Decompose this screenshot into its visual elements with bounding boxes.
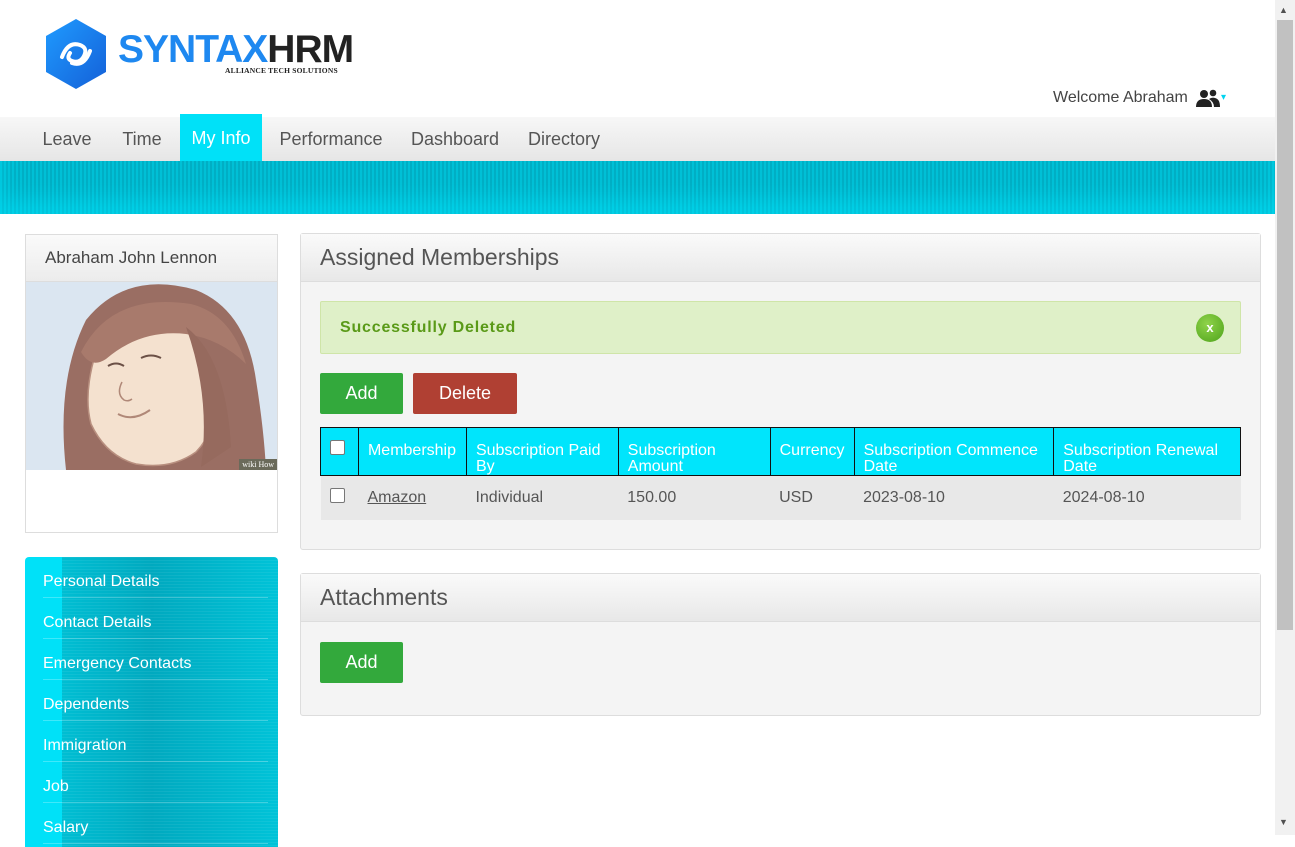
col-commence-date[interactable]: Subscription Commence Date — [853, 427, 1055, 476]
header-banner — [0, 161, 1275, 214]
photo-watermark: wiki How — [239, 459, 277, 470]
app-header: SYNTAXHRM ALLIANCE TECH SOLUTIONS Welcom… — [0, 0, 1275, 117]
profile-card: Abraham John Lennon wiki How — [25, 234, 278, 533]
nav-leave[interactable]: Leave — [33, 117, 101, 161]
alert-message: Successfully Deleted — [340, 319, 517, 336]
col-membership[interactable]: Membership — [357, 427, 467, 476]
add-membership-button[interactable]: Add — [320, 373, 403, 414]
logo-hexagon-icon — [46, 19, 106, 89]
sidebar-item-contact-details[interactable]: Contact Details — [43, 598, 268, 639]
profile-name: Abraham John Lennon — [26, 235, 277, 282]
user-menu-caret-icon[interactable]: ▾ — [1221, 92, 1226, 103]
col-amount[interactable]: Subscription Amount — [617, 427, 771, 476]
col-paid-by[interactable]: Subscription Paid By — [465, 427, 619, 476]
cell-paid-by: Individual — [466, 475, 619, 520]
cell-commence-date: 2023-08-10 — [854, 475, 1054, 520]
logo-wordmark: SYNTAXHRM — [118, 28, 354, 71]
sidebar-item-personal-details[interactable]: Personal Details — [43, 557, 268, 598]
nav-my-info[interactable]: My Info — [180, 114, 262, 163]
sidebar-item-dependents[interactable]: Dependents — [43, 680, 268, 721]
nav-time[interactable]: Time — [114, 117, 170, 161]
sidebar-item-emergency-contacts[interactable]: Emergency Contacts — [43, 639, 268, 680]
main-nav: Leave Time My Info Performance Dashboard… — [0, 114, 1275, 163]
memberships-table: Membership Subscription Paid By Subscrip… — [320, 427, 1241, 520]
scroll-down-arrow-icon[interactable]: ▼ — [1279, 817, 1288, 827]
membership-link[interactable]: Amazon — [367, 489, 426, 506]
memberships-title: Assigned Memberships — [301, 234, 1260, 282]
row-select-cell — [320, 475, 359, 520]
cell-membership: Amazon — [358, 475, 467, 520]
logo-tagline: ALLIANCE TECH SOLUTIONS — [225, 66, 338, 75]
row-checkbox[interactable] — [329, 488, 345, 503]
cell-renewal-date: 2024-08-10 — [1053, 475, 1241, 520]
alert-close-icon[interactable]: x — [1196, 314, 1224, 342]
scroll-up-arrow-icon[interactable]: ▲ — [1279, 5, 1288, 15]
logo-hrm: HRM — [267, 28, 354, 71]
company-logo[interactable]: SYNTAXHRM ALLIANCE TECH SOLUTIONS — [44, 17, 374, 91]
nav-dashboard[interactable]: Dashboard — [403, 117, 507, 161]
profile-photo: wiki How — [26, 282, 277, 470]
attachments-title: Attachments — [301, 574, 1260, 622]
attachments-panel: Attachments Add — [300, 573, 1261, 716]
add-attachment-button[interactable]: Add — [320, 642, 403, 683]
users-icon[interactable] — [1196, 88, 1220, 108]
select-all-checkbox[interactable] — [330, 440, 345, 455]
nav-directory[interactable]: Directory — [520, 117, 608, 161]
success-alert: Successfully Deleted x — [320, 301, 1241, 354]
welcome-text: Welcome Abraham — [1053, 89, 1188, 106]
sidebar-item-immigration[interactable]: Immigration — [43, 721, 268, 762]
memberships-panel: Assigned Memberships Successfully Delete… — [300, 233, 1261, 550]
select-all-cell — [320, 427, 359, 476]
table-row: Amazon Individual 150.00 USD 2023-08-10 … — [320, 475, 1241, 520]
delete-membership-button[interactable]: Delete — [413, 373, 517, 414]
col-renewal-date[interactable]: Subscription Renewal Date — [1053, 427, 1241, 476]
logo-syntax: SYNTAX — [118, 28, 268, 71]
table-header-row: Membership Subscription Paid By Subscrip… — [320, 427, 1241, 476]
sidebar-menu: Personal Details Contact Details Emergen… — [25, 557, 278, 847]
cell-amount: 150.00 — [618, 475, 771, 520]
scrollbar-thumb[interactable] — [1277, 20, 1293, 630]
col-currency[interactable]: Currency — [769, 427, 855, 476]
profile-portrait-illustration — [26, 282, 277, 470]
cell-currency: USD — [770, 475, 855, 520]
nav-performance[interactable]: Performance — [272, 117, 390, 161]
sidebar-item-job[interactable]: Job — [43, 762, 268, 803]
sidebar-item-salary[interactable]: Salary — [43, 803, 268, 844]
